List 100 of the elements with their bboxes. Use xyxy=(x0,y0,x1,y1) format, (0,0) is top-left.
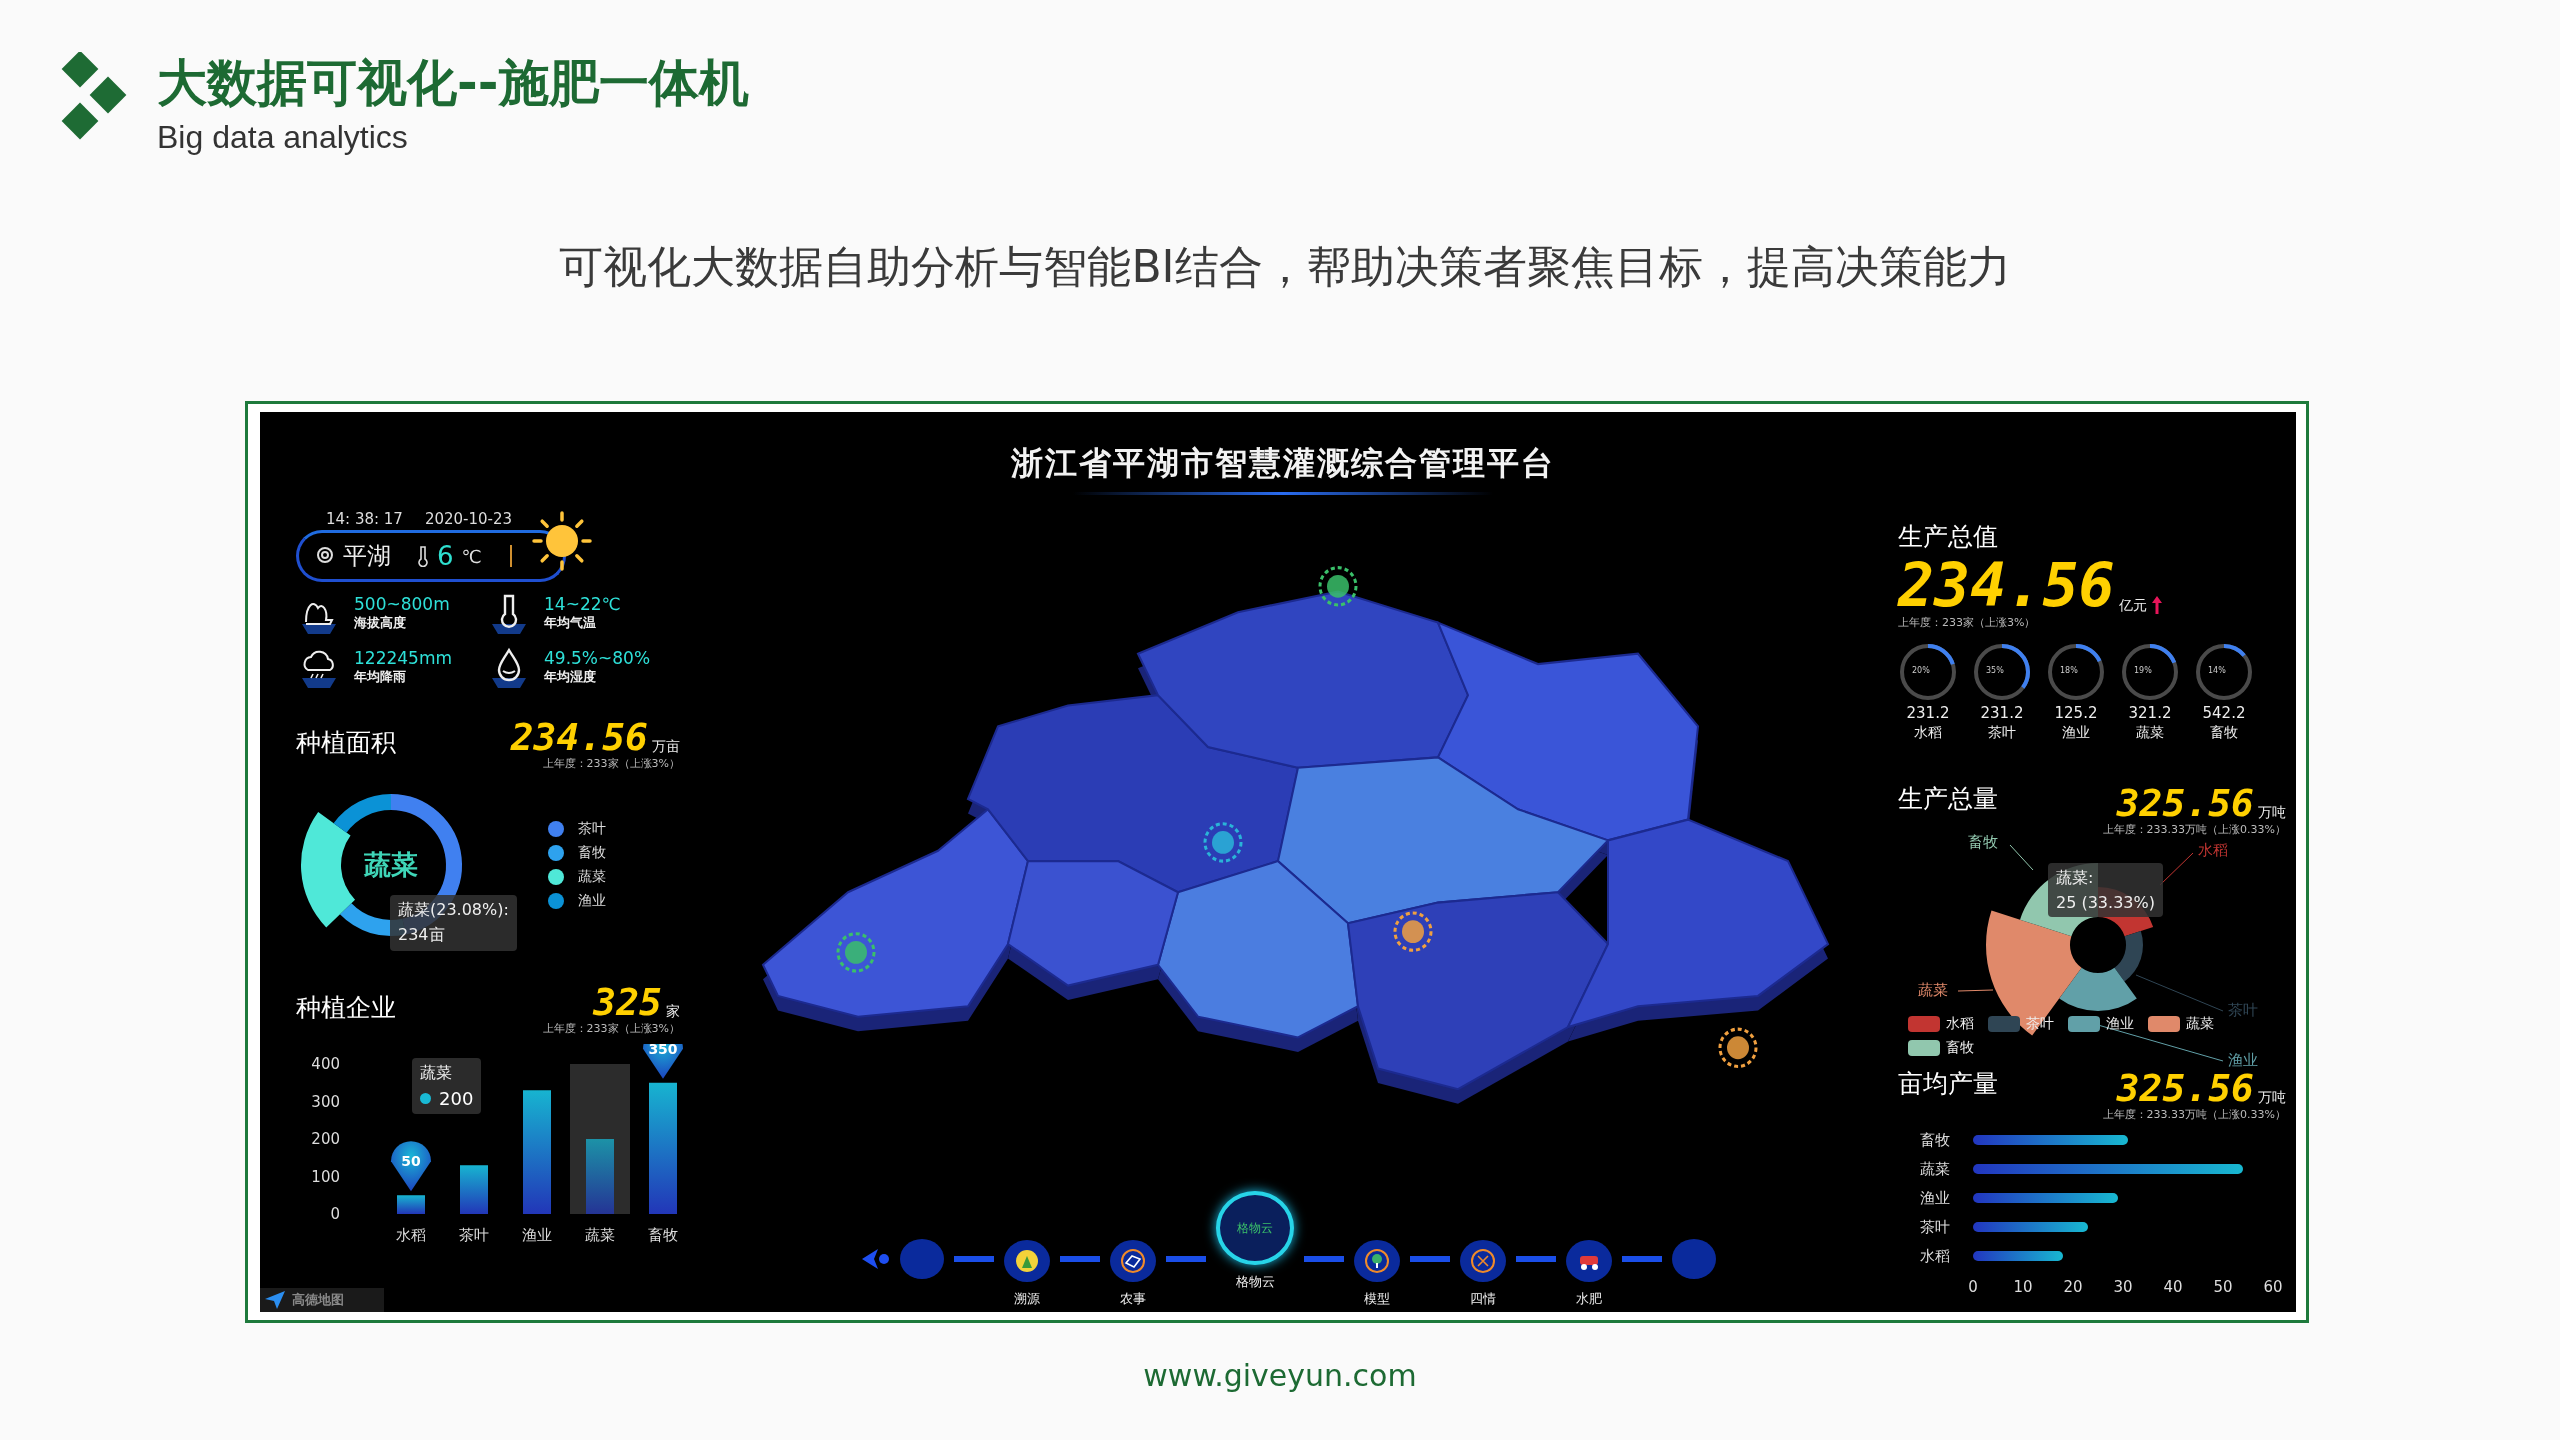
legend-swatch xyxy=(1908,1040,1940,1056)
clock-time: 14: 38: 17 xyxy=(326,510,403,528)
temperature-unit: ℃ xyxy=(461,545,482,567)
temperature-value: 6 xyxy=(437,541,454,571)
tree-icon xyxy=(1364,1248,1390,1274)
gauge-label: 蔬菜 xyxy=(2136,724,2164,742)
legend-swatch xyxy=(2068,1016,2100,1032)
gauge-value: 125.2 xyxy=(2054,704,2098,722)
kpi-unit: 万亩 xyxy=(652,738,680,756)
legend-swatch xyxy=(1988,1016,2020,1032)
kpi-note: 上年度：233.33万吨（上涨0.33%） xyxy=(2102,822,2286,837)
website-url: www.giveyun.com xyxy=(1142,1358,1418,1393)
series-dot-icon xyxy=(420,1093,431,1104)
kpi-value: 325 xyxy=(593,983,662,1021)
kpi-value: 325.56 xyxy=(2116,784,2254,822)
climate-label: 年均降雨 xyxy=(354,668,407,686)
climate-label: 海拔高度 xyxy=(354,614,407,632)
legend-label[interactable]: 畜牧 xyxy=(1946,1039,1974,1057)
paper-plane-icon xyxy=(264,1290,286,1310)
tooltip-title: 蔬菜 xyxy=(420,1063,453,1084)
gauge-value: 231.2 xyxy=(1906,704,1950,722)
location-pin-icon xyxy=(315,546,335,566)
date-text: 2020-10-23 xyxy=(424,510,513,528)
axis-category-label: 渔业 xyxy=(522,1226,552,1244)
legend-label[interactable]: 渔业 xyxy=(2106,1015,2134,1033)
climate-label: 年均湿度 xyxy=(544,668,597,686)
kpi-unit: 万吨 xyxy=(2258,1089,2286,1107)
slice-label: 蔬菜 xyxy=(1918,981,1948,999)
donut-center-label: 蔬菜 xyxy=(364,848,418,882)
leader-line xyxy=(2009,844,2034,871)
gauge-value: 231.2 xyxy=(1980,704,2024,722)
page-title: 大数据可视化--施肥一体机 xyxy=(157,56,749,111)
section-title: 种植面积 xyxy=(296,727,396,759)
axis-category-label: 畜牧 xyxy=(648,1226,678,1244)
gauge-percent: 20% xyxy=(1912,666,1930,675)
gauge-percent: 35% xyxy=(1986,666,2004,675)
slice-label: 茶叶 xyxy=(2228,1001,2258,1019)
axis-tick-label: 20 xyxy=(2063,1278,2083,1296)
annotation: 50 xyxy=(401,1153,421,1170)
climate-value: 14~22℃ xyxy=(544,594,621,614)
back-arrow-icon[interactable] xyxy=(860,1247,890,1271)
tooltip-text: 蔬菜(23.08%): xyxy=(398,900,509,921)
gauge-label: 畜牧 xyxy=(2210,724,2238,742)
legend-label: 渔业 xyxy=(578,892,606,910)
kpi-note: 上年度：233家（上涨3%） xyxy=(542,756,680,771)
axis-category-label: 茶叶 xyxy=(459,1226,489,1244)
slice-label: 渔业 xyxy=(2228,1051,2258,1069)
axis-tick-label: 50 xyxy=(2213,1278,2233,1296)
kpi-note: 上年度：233家（上涨3%） xyxy=(542,1021,680,1036)
legend-label[interactable]: 蔬菜 xyxy=(2186,1015,2214,1033)
axis-category-label: 渔业 xyxy=(1920,1189,1950,1207)
tooltip-text: 25 (33.33%) xyxy=(2056,893,2155,912)
kpi-value: 234.56 xyxy=(510,718,648,756)
value-pin-marker: 350 xyxy=(643,1044,683,1079)
axis-category-label: 茶叶 xyxy=(1920,1218,1950,1236)
climate-value: 500~800m xyxy=(354,594,450,614)
kpi-note: 上年度：233.33万吨（上涨0.33%） xyxy=(2102,1107,2286,1122)
tooltip-text: 蔬菜: xyxy=(2056,868,2095,889)
axis-tick-label: 10 xyxy=(2013,1278,2033,1296)
location-name: 平湖 xyxy=(343,541,391,572)
section-title: 亩均产量 xyxy=(1898,1068,1998,1100)
nav-circle-text: 格物云 xyxy=(1237,1219,1273,1237)
dashboard-title: 浙江省平湖市智慧灌溉综合管理平台 xyxy=(1011,443,1555,484)
gauge-value: 542.2 xyxy=(2202,704,2246,722)
legend-label: 蔬菜 xyxy=(578,868,606,886)
tagline: 可视化大数据自助分析与智能BI结合，帮助决策者聚焦目标，提高决策能力 xyxy=(558,240,2012,294)
gauge-value: 321.2 xyxy=(2128,704,2172,722)
page-subtitle: Big data analytics xyxy=(157,119,409,156)
nav-end-circle xyxy=(900,1239,944,1279)
kpi-value: 325.56 xyxy=(2116,1069,2254,1107)
kpi-value: 234.56 xyxy=(1898,555,2115,615)
tooltip-value: 200 xyxy=(439,1088,474,1109)
climate-value: 122245mm xyxy=(354,648,452,668)
gauge-percent: 18% xyxy=(2060,666,2078,675)
axis-tick-label: 0 xyxy=(1968,1278,1978,1296)
gauge-percent: 19% xyxy=(2134,666,2152,675)
gauge-label: 水稻 xyxy=(1914,724,1942,742)
axis-category-label: 蔬菜 xyxy=(1920,1160,1950,1178)
kpi-unit: 家 xyxy=(666,1003,680,1021)
legend-label[interactable]: 水稻 xyxy=(1946,1015,1974,1033)
axis-tick-label: 300 xyxy=(311,1092,340,1111)
gauge-label: 茶叶 xyxy=(1988,724,2016,742)
section-title: 生产总值 xyxy=(1898,521,1999,553)
legend-label: 茶叶 xyxy=(578,820,606,838)
axis-category-label: 水稻 xyxy=(1920,1247,1950,1265)
climate-label: 年均气温 xyxy=(544,614,597,632)
legend-label[interactable]: 茶叶 xyxy=(2026,1015,2054,1033)
axis-tick-label: 100 xyxy=(311,1167,340,1186)
axis-tick-label: 60 xyxy=(2263,1278,2283,1296)
value-pin-marker: 50 xyxy=(391,1141,431,1192)
legend-swatch xyxy=(2148,1016,2180,1032)
kpi-unit: 万吨 xyxy=(2258,804,2286,822)
leader-line xyxy=(1957,989,1994,992)
thermometer-icon xyxy=(417,545,429,567)
axis-category-label: 蔬菜 xyxy=(585,1226,615,1244)
axis-tick-label: 30 xyxy=(2113,1278,2133,1296)
axis-tick-label: 40 xyxy=(2163,1278,2183,1296)
legend-swatch xyxy=(1908,1016,1940,1032)
section-title: 种植企业 xyxy=(296,992,396,1024)
axis-category-label: 畜牧 xyxy=(1920,1131,1950,1149)
